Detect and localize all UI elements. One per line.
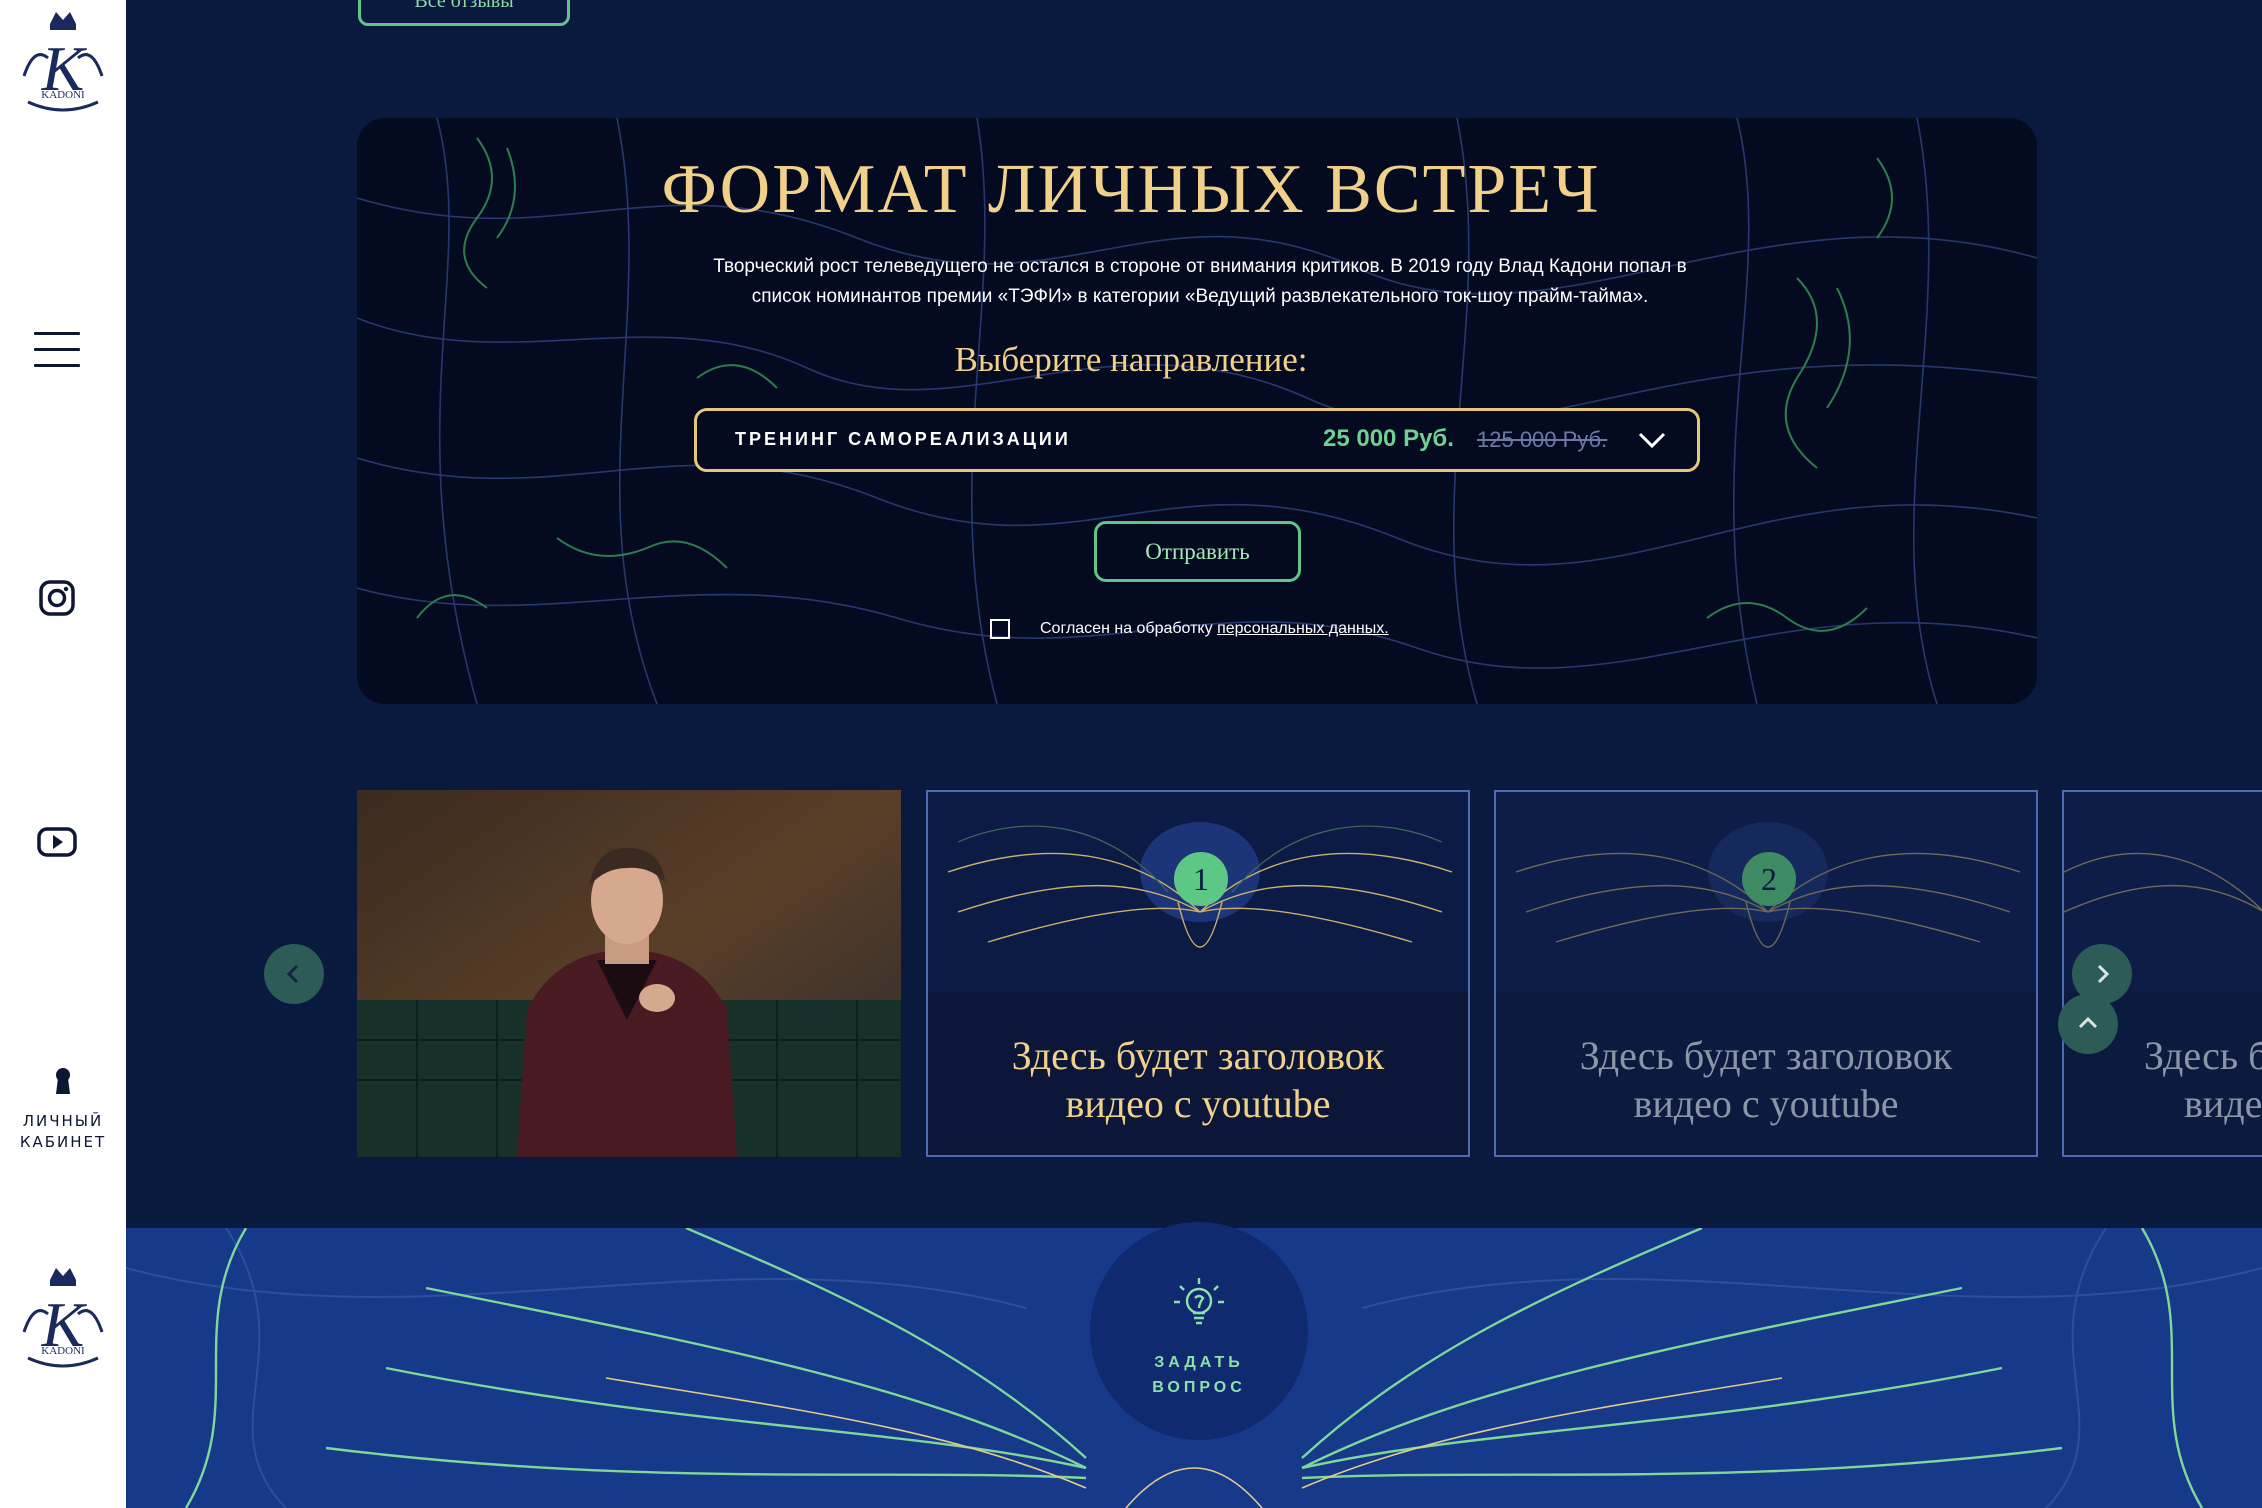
kadoni-logo-footer[interactable]: K KADONI [14,1262,112,1380]
consent-text: Согласен на обработку персональных данны… [1040,620,1389,638]
direction-select[interactable]: ТРЕНИНГ САМОРЕАЛИЗАЦИИ 25 000 Руб. 125 0… [694,408,1700,472]
arrow-right-icon [2097,964,2110,984]
keyhole-lock-icon [56,1068,70,1094]
video-title-line2: видео с youtube [1633,1081,1899,1126]
carousel-prev-button[interactable] [264,944,324,1004]
instagram-icon[interactable] [35,576,79,620]
old-price: 125 000 Руб. [1477,427,1608,452]
cabinet-label-line2: КАБИНЕТ [19,1133,107,1151]
video-title-line1: Здесь будет заголовок [1011,1033,1385,1078]
scroll-to-top-button[interactable] [2058,994,2118,1054]
format-description: Творческий рост телеведущего не остался … [713,256,1687,307]
chevron-down-icon[interactable] [1637,428,1667,452]
video-number-badge: 2 [1742,852,1796,906]
cabinet-label-line1: ЛИЧНЫЙ [22,1112,104,1130]
all-reviews-button[interactable]: Все отзывы [358,0,570,26]
choose-direction-label: Выберите направление: [954,340,1308,379]
consent-label: Согласен на обработку [1040,620,1218,637]
youtube-icon[interactable] [35,820,79,864]
lightbulb-icon [1174,1278,1224,1325]
presenter-photo [357,790,901,1157]
video-card-1[interactable]: 1 Здесь будет заголовок видео с youtube [926,790,1470,1157]
video-title: Здесь б виде [2144,1032,2262,1128]
svg-text:KADONI: KADONI [41,89,85,101]
kadoni-logo[interactable]: K KADONI [14,6,112,124]
ask-label-line2: ВОПРОС [1152,1379,1246,1396]
video-title-line2: виде [2184,1081,2262,1126]
personal-data-link[interactable]: персональных данных. [1217,620,1389,637]
video-title: Здесь будет заголовок видео с youtube [1496,1032,2036,1128]
video-title-line2: видео с youtube [1065,1081,1331,1126]
arrow-up-icon [2078,1016,2098,1029]
selected-option: ТРЕНИНГ САМОРЕАЛИЗАЦИИ [735,429,1071,449]
video-title-line1: Здесь будет заголовок [1579,1033,1953,1078]
ask-label-line1: ЗАДАТЬ [1154,1354,1244,1371]
submit-button[interactable]: Отправить [1094,521,1301,582]
video-number-badge: 1 [1174,852,1228,906]
video-title: Здесь будет заголовок видео с youtube [928,1032,1468,1128]
ask-question-label: ЗАДАТЬ ВОПРОС [1090,1350,1308,1400]
format-title: ФОРМАТ ЛИЧНЫХ ВСТРЕЧ [661,151,1601,228]
personal-cabinet-link[interactable]: ЛИЧНЫЙ КАБИНЕТ [0,1066,126,1153]
video-title-line1: Здесь б [2144,1033,2262,1078]
video-card-2[interactable]: 2 Здесь будет заголовок видео с youtube [1494,790,2038,1157]
ask-question-button[interactable]: ЗАДАТЬ ВОПРОС [1090,1222,1308,1440]
arrow-left-icon [286,964,299,984]
consent-checkbox[interactable] [990,619,1010,639]
current-price: 25 000 Руб. [1323,425,1454,452]
svg-text:KADONI: KADONI [41,1345,85,1357]
